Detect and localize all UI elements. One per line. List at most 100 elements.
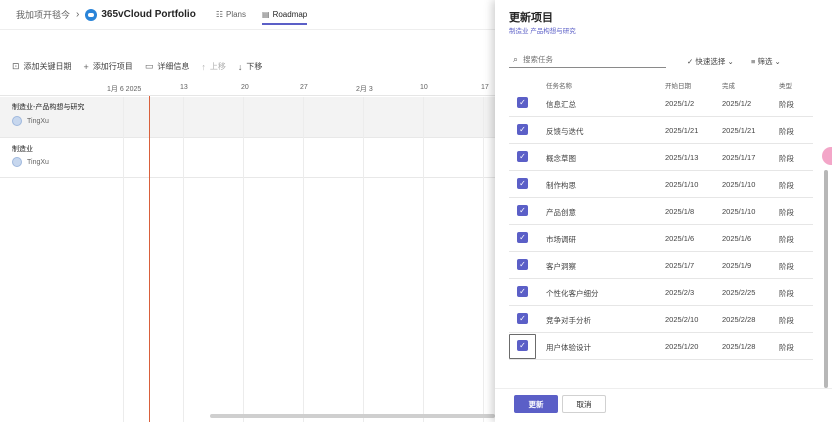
filter-label: 筛选	[757, 57, 773, 66]
task-row[interactable]: ✓ 竞争对手分析 2025/2/10 2025/2/28 阶段	[509, 306, 813, 333]
chevron-down-icon: ⌄	[772, 57, 781, 66]
task-checkbox[interactable]: ✓	[517, 286, 528, 297]
task-row[interactable]: ✓ 信息汇总 2025/1/2 2025/1/2 阶段	[509, 90, 813, 117]
horizontal-scrollbar[interactable]	[210, 414, 495, 418]
timeline-date: 20	[241, 84, 249, 91]
task-type: 阶段	[779, 154, 794, 163]
task-start: 2025/1/20	[665, 342, 699, 351]
move-down-button[interactable]: ↓ 下移	[238, 61, 263, 72]
move-up-button[interactable]: ↑ 上移	[201, 61, 226, 72]
footer-divider	[495, 388, 832, 389]
add-row-button[interactable]: + 添加行项目	[84, 61, 133, 72]
avatar	[12, 116, 22, 126]
task-end: 2025/1/17	[722, 153, 756, 162]
task-checkbox[interactable]: ✓	[517, 259, 528, 270]
breadcrumb-parent[interactable]: 我加项开毯今	[16, 8, 70, 21]
details-icon: ▭	[144, 61, 154, 71]
task-row[interactable]: ✓ 个性化客户细分 2025/2/3 2025/2/25 阶段	[509, 279, 813, 306]
page: 我加项开毯今 › 365vCloud Portfolio ☷ Plans ▤ R…	[0, 0, 832, 422]
column-header-end: 完成	[722, 83, 735, 90]
tab-roadmap[interactable]: ▤ Roadmap	[262, 0, 308, 30]
task-name: 产品创意	[546, 208, 576, 217]
task-row[interactable]: ✓ 客户洞察 2025/1/7 2025/1/9 阶段	[509, 252, 813, 279]
filter-dropdown[interactable]: ≡ 筛选 ⌄	[751, 56, 781, 67]
task-checkbox[interactable]: ✓	[517, 313, 528, 324]
task-start: 2025/1/6	[665, 234, 695, 243]
panel-title: 更新项目	[509, 12, 553, 24]
move-down-label: 下移	[246, 62, 263, 71]
task-checkbox[interactable]: ✓	[517, 232, 528, 243]
quick-select-label: 快速选择	[695, 57, 726, 66]
task-row[interactable]: ✓ 制作构思 2025/1/10 2025/1/10 阶段	[509, 171, 813, 198]
details-button[interactable]: ▭ 详细信息	[145, 61, 190, 72]
task-row[interactable]: ✓ 反馈与迭代 2025/1/21 2025/1/21 阶段	[509, 117, 813, 144]
week-gridline	[483, 97, 484, 422]
task-name: 市场调研	[546, 235, 576, 244]
quick-select-dropdown[interactable]: ✓ 快速选择 ⌄	[687, 56, 734, 67]
task-checkbox[interactable]: ✓	[517, 340, 528, 351]
week-gridline	[183, 97, 184, 422]
arrow-up-icon: ↑	[201, 61, 206, 72]
roadmap-row[interactable]: 制造业-产品构想与研究 TingXu	[0, 97, 495, 138]
chevron-right-icon: ›	[76, 9, 80, 20]
task-checkbox[interactable]: ✓	[517, 205, 528, 216]
task-checkbox[interactable]: ✓	[517, 124, 528, 135]
row-title: 制造业-产品构想与研究	[12, 104, 85, 111]
task-type: 阶段	[779, 127, 794, 136]
task-row[interactable]: ✓ 概念草图 2025/1/13 2025/1/17 阶段	[509, 144, 813, 171]
timeline-header: 1月 6 2025 13 20 27 2月 3 10 17	[0, 78, 495, 96]
panel-subtitle: 制造业 产品构想与研究	[509, 28, 576, 35]
task-type: 阶段	[779, 235, 794, 244]
roadmap-row[interactable]: 制造业 TingXu	[0, 138, 495, 178]
today-marker	[149, 96, 150, 422]
task-checkbox[interactable]: ✓	[517, 178, 528, 189]
project-logo-icon	[85, 8, 98, 21]
column-header-type: 类型	[779, 83, 792, 90]
tab-plans[interactable]: ☷ Plans	[216, 0, 246, 30]
row-owner: TingXu	[12, 116, 49, 126]
timeline-date: 2月 3	[356, 86, 373, 93]
search-icon: ⌕	[513, 54, 519, 64]
task-type: 阶段	[779, 316, 794, 325]
task-type: 阶段	[779, 343, 794, 352]
timeline-date: 1月 6 2025	[107, 86, 142, 93]
avatar	[12, 157, 22, 167]
task-name: 用户体验设计	[546, 343, 591, 352]
task-start: 2025/1/7	[665, 261, 695, 270]
task-list: ✓ 信息汇总 2025/1/2 2025/1/2 阶段 ✓ 反馈与迭代 2025…	[509, 90, 819, 362]
timeline-date: 27	[300, 84, 308, 91]
task-end: 2025/2/25	[722, 288, 756, 297]
arrow-down-icon: ↓	[237, 61, 243, 72]
add-milestone-button[interactable]: ⊡ 添加关键日期	[12, 61, 72, 72]
task-type: 阶段	[779, 100, 794, 109]
task-checkbox[interactable]: ✓	[517, 151, 528, 162]
column-header-name: 任务名称	[546, 83, 572, 90]
task-name: 制作构思	[546, 181, 576, 190]
task-end: 2025/1/9	[722, 261, 752, 270]
task-start: 2025/1/13	[665, 153, 699, 162]
task-end: 2025/2/28	[722, 315, 756, 324]
task-name: 反馈与迭代	[546, 127, 584, 136]
vertical-scrollbar[interactable]	[824, 170, 828, 388]
task-checkbox[interactable]: ✓	[517, 97, 528, 108]
row-title: 制造业	[12, 146, 33, 153]
task-end: 2025/1/28	[722, 342, 756, 351]
task-row[interactable]: ✓ 市场调研 2025/1/6 2025/1/6 阶段	[509, 225, 813, 252]
task-type: 阶段	[779, 181, 794, 190]
tab-plans-label: Plans	[225, 10, 246, 19]
owner-name: TingXu	[27, 117, 49, 125]
timeline-date: 10	[420, 84, 428, 91]
cancel-button[interactable]: 取消	[562, 395, 606, 413]
search-placeholder: 搜索任务	[523, 55, 554, 64]
task-start: 2025/2/3	[665, 288, 695, 297]
task-end: 2025/1/6	[722, 234, 752, 243]
milestone-icon: ⊡	[12, 61, 20, 71]
task-row[interactable]: ✓ 产品创意 2025/1/8 2025/1/10 阶段	[509, 198, 813, 225]
task-row[interactable]: ✓ 用户体验设计 2025/1/20 2025/1/28 阶段	[509, 333, 813, 360]
task-start: 2025/1/8	[665, 207, 695, 216]
week-gridline	[123, 97, 124, 422]
search-input[interactable]: ⌕ 搜索任务	[509, 52, 666, 68]
task-end: 2025/1/10	[722, 180, 756, 189]
update-button[interactable]: 更新	[514, 395, 558, 413]
move-up-label: 上移	[209, 62, 226, 71]
